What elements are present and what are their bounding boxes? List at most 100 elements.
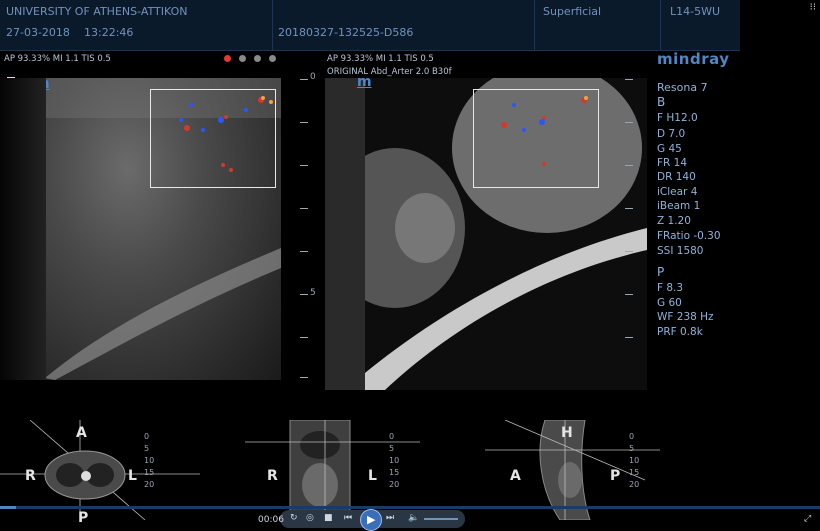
depth-tick [300, 251, 308, 252]
mini-view-sagittal[interactable]: H A P 0 5 10 15 20 [485, 420, 660, 520]
header-cell-patient: 20180327-132525-D586 [272, 0, 535, 50]
brand-logo: mindray [657, 50, 730, 68]
depth-scale-left: 0 5 [300, 72, 320, 382]
depth-tick [300, 377, 308, 378]
menu-icon[interactable]: ⁝⁝ [810, 2, 816, 13]
next-icon[interactable]: ⏭ [386, 513, 394, 523]
b-param: DR 140 [657, 171, 696, 183]
depth-scale-right [625, 72, 645, 382]
play-icon: ▶ [367, 513, 376, 526]
left-image-edge [0, 78, 46, 380]
depth-tick [625, 122, 633, 123]
depth-tick [300, 165, 308, 166]
orient-top: H [561, 425, 573, 441]
right-panel-info: AP 93.33% MI 1.1 TIS 0.5 [327, 54, 434, 64]
b-param: D 7.0 [657, 128, 686, 140]
depth-tick [625, 294, 633, 295]
mini-scale-label: 5 [144, 444, 150, 453]
left-doppler-signal [179, 96, 273, 172]
mini-scale: 0 5 10 15 20 [385, 432, 405, 502]
p-mode-title: P [657, 265, 665, 279]
p-param: F 8.3 [657, 282, 684, 294]
right-color-roi-box[interactable] [473, 89, 599, 188]
depth-tick [300, 79, 308, 80]
playback-track[interactable] [0, 506, 820, 509]
depth-tick [300, 294, 308, 295]
right-mode-icon[interactable]: m [357, 78, 372, 90]
depth-tick [625, 208, 633, 209]
volume-slider[interactable] [424, 518, 458, 520]
mini-scale-label: 20 [389, 480, 400, 489]
mini-scale-label: 20 [144, 480, 155, 489]
mini-scale-label: 20 [629, 480, 640, 489]
previous-icon[interactable]: ⏮ [344, 513, 352, 523]
mini-view-axial[interactable]: A R L P 0 5 10 15 20 [0, 420, 200, 526]
depth-label-5: 5 [310, 288, 316, 298]
mini-scale-label: 10 [629, 456, 640, 465]
patient-id: 20180327-132525-D586 [278, 26, 414, 39]
depth-label-0: 0 [310, 72, 316, 82]
mini-view-coronal[interactable]: R L 0 5 10 15 20 [245, 420, 420, 520]
depth-tick [625, 165, 633, 166]
right-doppler-signal [501, 96, 588, 166]
orient-left: R [25, 468, 36, 484]
depth-tick [625, 337, 633, 338]
header-cell-probe[interactable]: L14-5WU [660, 0, 740, 50]
depth-tick [625, 79, 633, 80]
mini-scale-label: 15 [144, 468, 155, 477]
orient-left: A [510, 468, 521, 484]
b-mode-title: B [657, 95, 666, 109]
b-param: FRatio -0.30 [657, 230, 721, 242]
b-param: iClear 4 [657, 186, 698, 198]
left-color-roi-box[interactable] [150, 89, 276, 188]
orient-right: P [610, 468, 621, 484]
playback-progress-fill [0, 506, 17, 509]
fusion-info: ORIGINAL Abd_Arter 2.0 B30f [327, 67, 452, 77]
header-bar: UNIVERSITY OF ATHENS-ATTIKON 27-03-2018 … [0, 0, 740, 51]
depth-tick [300, 122, 308, 123]
orient-right: L [368, 468, 377, 484]
p-param: WF 238 Hz [657, 311, 714, 323]
volume-icon[interactable]: 🔈 [408, 513, 419, 523]
probe-name[interactable]: L14-5WU [670, 5, 720, 18]
b-param: iBeam 1 [657, 200, 701, 212]
p-param: PRF 0.8k [657, 326, 703, 338]
mini-scale-label: 5 [389, 444, 395, 453]
orient-bottom: P [78, 510, 89, 526]
stop-icon[interactable]: ■ [324, 513, 333, 523]
mini-scale-label: 15 [629, 468, 640, 477]
orient-top: A [76, 425, 87, 441]
page-dot-active[interactable] [224, 55, 231, 62]
play-button[interactable]: ▶ [360, 509, 382, 531]
playback-time: 00:06 [258, 515, 284, 525]
left-panel-info: AP 93.33% MI 1.1 TIS 0.5 [4, 54, 111, 64]
orient-left: R [267, 468, 278, 484]
mini-scale: 0 5 10 15 20 [625, 432, 645, 502]
mini-scale-label: 0 [629, 432, 635, 441]
mini-scale-label: 10 [389, 456, 400, 465]
mini-scale: 0 5 10 15 20 [140, 432, 160, 502]
header-cell-institution: UNIVERSITY OF ATHENS-ATTIKON 27-03-2018 … [0, 0, 273, 50]
b-param: FR 14 [657, 157, 688, 169]
depth-tick [300, 337, 308, 338]
b-param: G 45 [657, 143, 682, 155]
mini-scale-label: 5 [629, 444, 635, 453]
page-dot[interactable] [239, 55, 246, 62]
exam-time: 13:22:46 [84, 26, 134, 39]
header-cell-preset[interactable]: Superficial [534, 0, 661, 50]
b-param: Z 1.20 [657, 215, 691, 227]
repeat-icon[interactable]: ↻ [290, 513, 298, 523]
shuffle-icon[interactable]: ◎ [306, 513, 314, 523]
exam-preset[interactable]: Superficial [543, 5, 601, 18]
mini-scale-label: 15 [389, 468, 400, 477]
mini-scale-label: 0 [389, 432, 395, 441]
system-model: Resona 7 [657, 81, 708, 94]
exam-date: 27-03-2018 [6, 26, 70, 39]
fullscreen-icon[interactable]: ⤢ [804, 514, 811, 524]
page-dot[interactable] [254, 55, 261, 62]
depth-tick [300, 208, 308, 209]
page-dot[interactable] [269, 55, 276, 62]
institution-name: UNIVERSITY OF ATHENS-ATTIKON [6, 5, 188, 18]
depth-tick [625, 251, 633, 252]
b-param: SSI 1580 [657, 245, 704, 257]
